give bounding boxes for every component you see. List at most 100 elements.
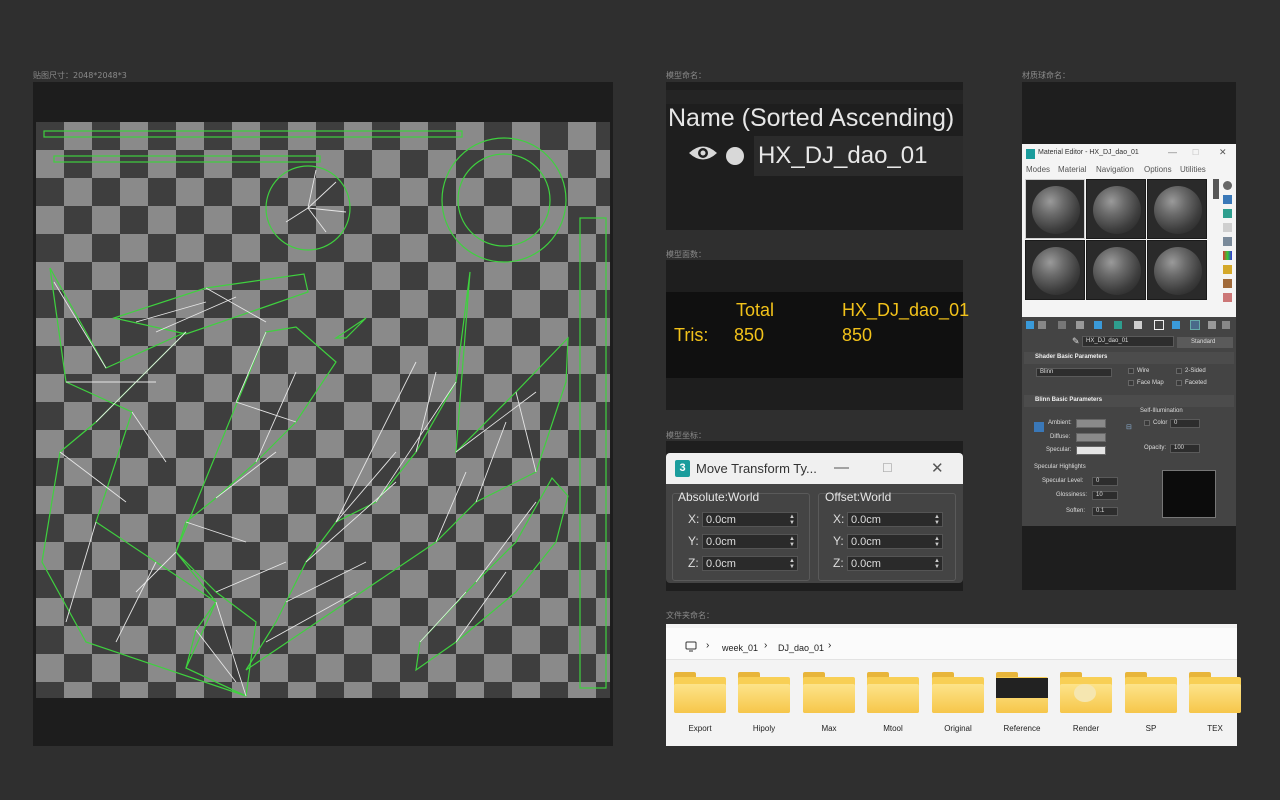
- get-material-icon[interactable]: [1026, 321, 1034, 329]
- backlight-icon[interactable]: [1223, 195, 1232, 204]
- chevron-right-icon[interactable]: ›: [706, 640, 709, 651]
- preview-icon[interactable]: [1223, 251, 1232, 260]
- eyedropper-icon[interactable]: ✎: [1072, 336, 1080, 347]
- spec-level-spinner[interactable]: 0: [1092, 477, 1118, 486]
- circle-icon[interactable]: [726, 147, 744, 165]
- shader-rollout[interactable]: Shader Basic Parameters: [1024, 352, 1234, 364]
- two-sided-checkbox[interactable]: [1176, 368, 1182, 374]
- folder-icon[interactable]: [867, 672, 919, 714]
- material-type-button[interactable]: Standard: [1177, 337, 1233, 348]
- material-slot[interactable]: [1086, 179, 1146, 239]
- folder-label[interactable]: Max: [797, 724, 861, 733]
- folder-label[interactable]: Mtool: [861, 724, 925, 733]
- off-y-spinner[interactable]: 0.0cm ▲ ▼: [847, 534, 943, 549]
- uv-checker-canvas[interactable]: [36, 122, 610, 698]
- material-slot[interactable]: [1025, 240, 1085, 300]
- stats-object-header: HX_DJ_dao_01: [842, 300, 970, 320]
- maximize-icon[interactable]: ☐: [1192, 148, 1199, 157]
- soften-spinner[interactable]: 0.1: [1092, 507, 1118, 516]
- off-x-spinner[interactable]: 0.0cm ▲ ▼: [847, 512, 943, 527]
- off-z-spinner[interactable]: 0.0cm ▲ ▼: [847, 556, 943, 571]
- reset-map-icon[interactable]: [1076, 321, 1084, 329]
- menu-modes[interactable]: Modes: [1026, 165, 1050, 174]
- lock-icon[interactable]: ⊟: [1126, 423, 1132, 431]
- menu-utilities[interactable]: Utilities: [1180, 165, 1206, 174]
- folder-icon[interactable]: [932, 672, 984, 714]
- ambient-swatch[interactable]: [1076, 419, 1106, 428]
- shader-dropdown[interactable]: Blinn: [1036, 368, 1112, 377]
- material-name-field[interactable]: HX_DJ_dao_01: [1082, 336, 1174, 347]
- address-bar[interactable]: › week_01 › DJ_dao_01 ›: [666, 628, 1237, 660]
- faceted-checkbox[interactable]: [1176, 380, 1182, 386]
- go-to-parent-icon[interactable]: [1190, 320, 1200, 330]
- breadcrumb-folder[interactable]: DJ_dao_01: [778, 643, 824, 653]
- material-slot[interactable]: [1086, 240, 1146, 300]
- chevron-right-icon[interactable]: ›: [764, 640, 767, 651]
- folder-label[interactable]: Render: [1054, 724, 1118, 733]
- show-shaded-icon[interactable]: [1154, 320, 1164, 330]
- video-check-icon[interactable]: [1223, 237, 1232, 246]
- folder-icon[interactable]: [1060, 672, 1112, 714]
- uv-tiling-icon[interactable]: [1223, 223, 1232, 232]
- menu-material[interactable]: Material: [1058, 165, 1086, 174]
- sample-type-icon[interactable]: [1223, 181, 1232, 190]
- abs-x-spinner[interactable]: 0.0cm ▲ ▼: [702, 512, 798, 527]
- options-icon[interactable]: [1223, 265, 1232, 274]
- folder-icon[interactable]: [1189, 672, 1241, 714]
- editor-titlebar[interactable]: Material Editor - HX_DJ_dao_01 — ☐ ✕: [1022, 144, 1236, 164]
- background-icon[interactable]: [1223, 209, 1232, 218]
- folder-icon[interactable]: [996, 672, 1048, 714]
- go-forward-icon[interactable]: [1208, 321, 1216, 329]
- wire-checkbox[interactable]: [1128, 368, 1134, 374]
- menu-options[interactable]: Options: [1144, 165, 1172, 174]
- object-name[interactable]: HX_DJ_dao_01: [758, 142, 927, 170]
- folder-icon[interactable]: [1125, 672, 1177, 714]
- specular-swatch[interactable]: [1076, 446, 1106, 455]
- folder-label[interactable]: SP: [1119, 724, 1183, 733]
- put-to-library-icon[interactable]: [1114, 321, 1122, 329]
- abs-z-spinner[interactable]: 0.0cm ▲ ▼: [702, 556, 798, 571]
- close-icon[interactable]: ✕: [1219, 147, 1227, 158]
- face-map-checkbox[interactable]: [1128, 380, 1134, 386]
- show-end-result-icon[interactable]: [1172, 321, 1180, 329]
- material-id-icon[interactable]: [1134, 321, 1142, 329]
- minimize-icon[interactable]: —: [834, 459, 849, 476]
- eye-icon[interactable]: [688, 144, 718, 162]
- close-icon[interactable]: ✕: [931, 459, 944, 477]
- folder-label[interactable]: Original: [926, 724, 990, 733]
- breadcrumb-week[interactable]: week_01: [722, 643, 758, 653]
- color-checkbox[interactable]: [1144, 420, 1150, 426]
- select-by-material-icon[interactable]: [1223, 279, 1232, 288]
- folder-icon[interactable]: [803, 672, 855, 714]
- two-sided-label: 2-Sided: [1185, 368, 1206, 374]
- pick-material-icon[interactable]: [1222, 321, 1230, 329]
- material-slot[interactable]: [1147, 179, 1207, 239]
- minimize-icon[interactable]: —: [1168, 147, 1177, 157]
- material-slot[interactable]: [1025, 179, 1085, 239]
- folder-label[interactable]: Reference: [990, 724, 1054, 733]
- self-illum-spinner[interactable]: 0: [1170, 419, 1200, 428]
- menu-navigation[interactable]: Navigation: [1096, 165, 1134, 174]
- dialog-titlebar[interactable]: 3 Move Transform Ty... — ☐ ✕: [666, 453, 963, 484]
- maximize-icon[interactable]: ☐: [882, 461, 893, 475]
- chevron-right-icon[interactable]: ›: [828, 640, 831, 651]
- assign-material-icon[interactable]: [1058, 321, 1066, 329]
- scrollbar-thumb[interactable]: [1213, 179, 1219, 199]
- name-column-header[interactable]: Name (Sorted Ascending): [668, 104, 954, 133]
- glossiness-spinner[interactable]: 10: [1092, 491, 1118, 500]
- diffuse-swatch[interactable]: [1076, 433, 1106, 442]
- make-unique-icon[interactable]: [1094, 321, 1102, 329]
- blinn-rollout[interactable]: Blinn Basic Parameters: [1024, 395, 1234, 407]
- folder-label[interactable]: TEX: [1183, 724, 1247, 733]
- put-to-scene-icon[interactable]: [1038, 321, 1046, 329]
- abs-y-spinner[interactable]: 0.0cm ▲ ▼: [702, 534, 798, 549]
- folder-label[interactable]: Export: [668, 724, 732, 733]
- map-navigator-icon[interactable]: [1223, 293, 1232, 302]
- monitor-icon[interactable]: [685, 641, 697, 652]
- folder-icon[interactable]: [674, 672, 726, 714]
- lock-ambient-icon[interactable]: [1034, 422, 1044, 432]
- folder-label[interactable]: Hipoly: [732, 724, 796, 733]
- folder-icon[interactable]: [738, 672, 790, 714]
- material-slot[interactable]: [1147, 240, 1207, 300]
- opacity-spinner[interactable]: 100: [1170, 444, 1200, 453]
